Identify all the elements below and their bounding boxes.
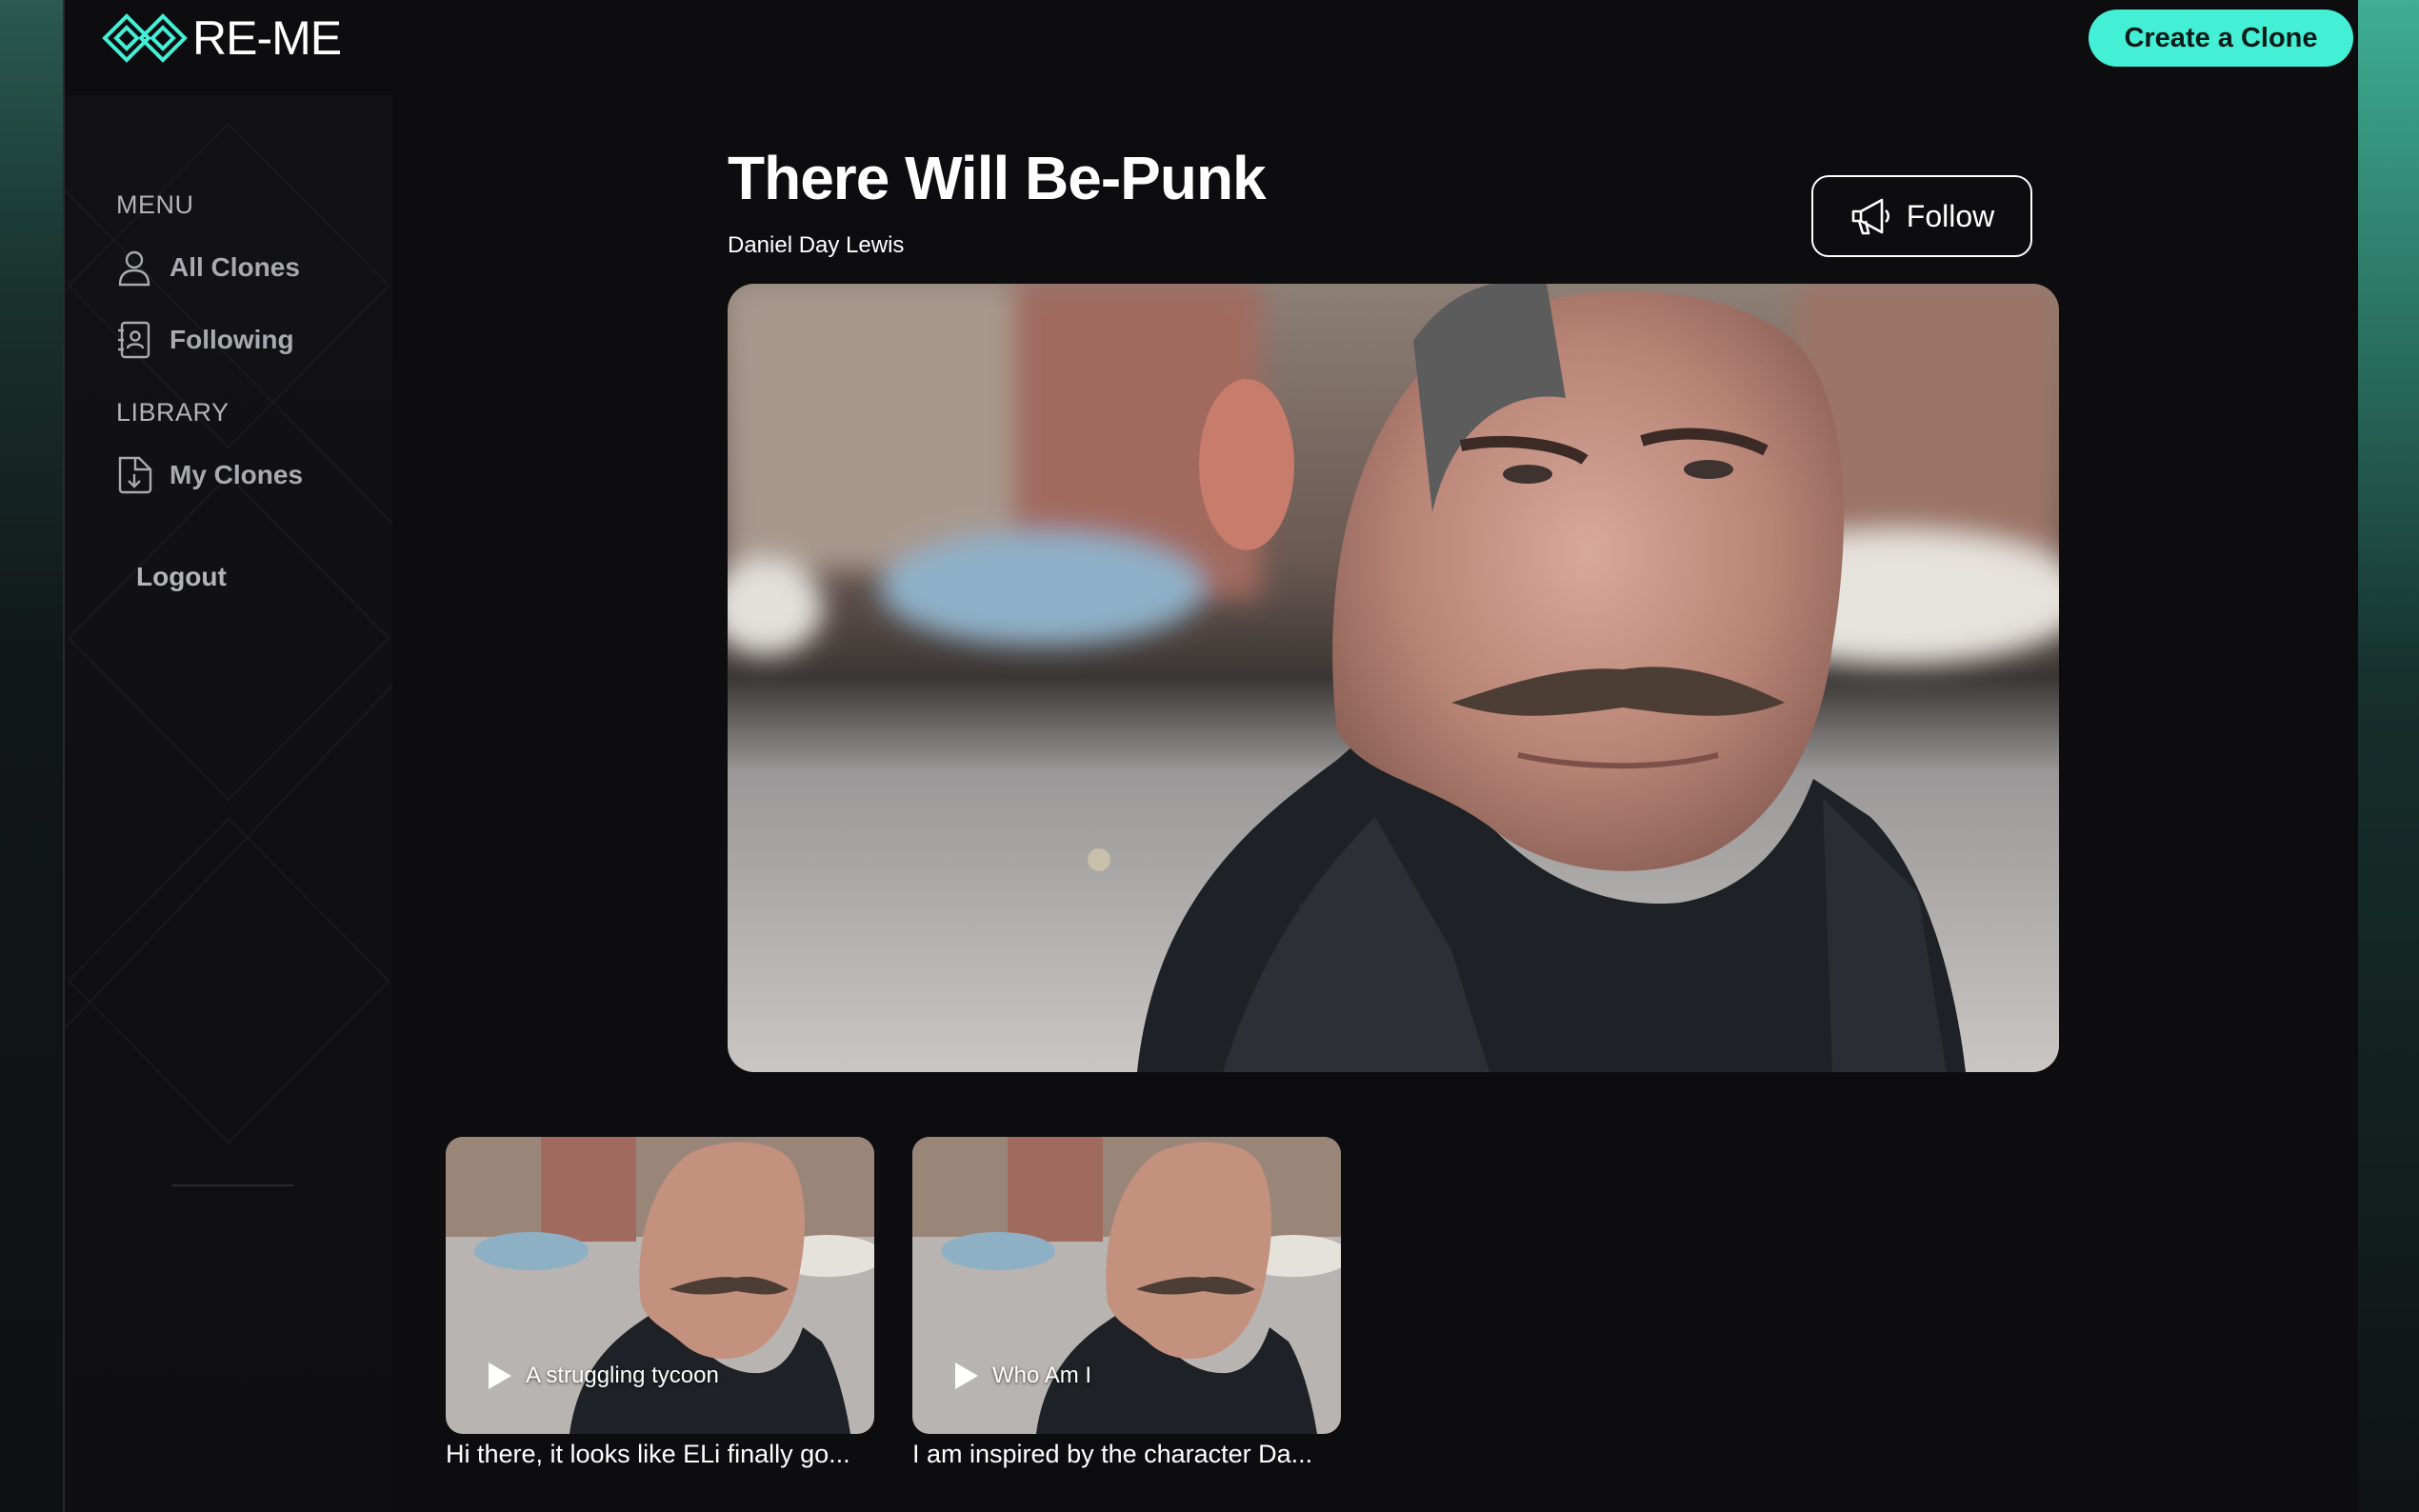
create-clone-button[interactable]: Create a Clone xyxy=(2089,10,2353,67)
library-section-label: LIBRARY xyxy=(116,398,230,427)
video-title-text: Who Am I xyxy=(992,1363,1092,1388)
video-card[interactable]: A struggling tycoon Hi there, it looks l… xyxy=(446,1137,874,1469)
brand-name: RE-ME xyxy=(192,11,342,65)
background-gradient-right xyxy=(2358,0,2419,1512)
portrait-photo xyxy=(728,284,2059,1072)
hero-image xyxy=(728,284,2059,1072)
play-icon[interactable] xyxy=(949,1360,981,1392)
video-card[interactable]: Who Am I I am inspired by the character … xyxy=(912,1137,1341,1469)
play-icon[interactable] xyxy=(482,1360,514,1392)
logout-link[interactable]: Logout xyxy=(136,562,227,592)
video-title-text: A struggling tycoon xyxy=(526,1363,719,1388)
contacts-book-icon xyxy=(118,321,150,359)
user-icon xyxy=(118,250,150,287)
sidebar-item-label: My Clones xyxy=(170,460,304,489)
background-gradient-left xyxy=(0,0,63,1512)
page-title: There Will Be-Punk xyxy=(728,144,1267,212)
document-download-icon xyxy=(118,456,152,494)
follow-button[interactable]: Follow xyxy=(1811,175,2032,257)
megaphone-icon xyxy=(1851,198,1889,235)
follow-label: Follow xyxy=(1906,198,1995,233)
brand-logo[interactable]: RE-ME xyxy=(101,8,342,69)
sidebar-item-following[interactable]: Following xyxy=(114,320,294,360)
sidebar-item-label: All Clones xyxy=(170,252,300,282)
creator-name: Daniel Day Lewis xyxy=(728,232,905,258)
sidebar-item-my-clones[interactable]: My Clones xyxy=(114,455,303,495)
video-caption: Hi there, it looks like ELi finally go..… xyxy=(446,1440,850,1468)
video-thumbnail[interactable]: A struggling tycoon xyxy=(446,1137,874,1434)
faint-footer-link[interactable] xyxy=(171,1167,293,1189)
sidebar: MENU All Clones Following LIBRARY My Clo… xyxy=(65,95,392,1512)
menu-section-label: MENU xyxy=(116,190,194,219)
sidebar-item-label: Following xyxy=(170,325,294,354)
video-title: Who Am I xyxy=(949,1360,1091,1392)
app-window: RE-ME Create a Clone MENU All Clones Fol… xyxy=(63,0,2358,1512)
sidebar-item-all-clones[interactable]: All Clones xyxy=(114,248,300,288)
video-caption: I am inspired by the character Da... xyxy=(912,1440,1313,1468)
diamond-logo-icon xyxy=(102,13,188,63)
video-thumbnail[interactable]: Who Am I xyxy=(912,1137,1341,1434)
video-title: A struggling tycoon xyxy=(482,1360,719,1392)
